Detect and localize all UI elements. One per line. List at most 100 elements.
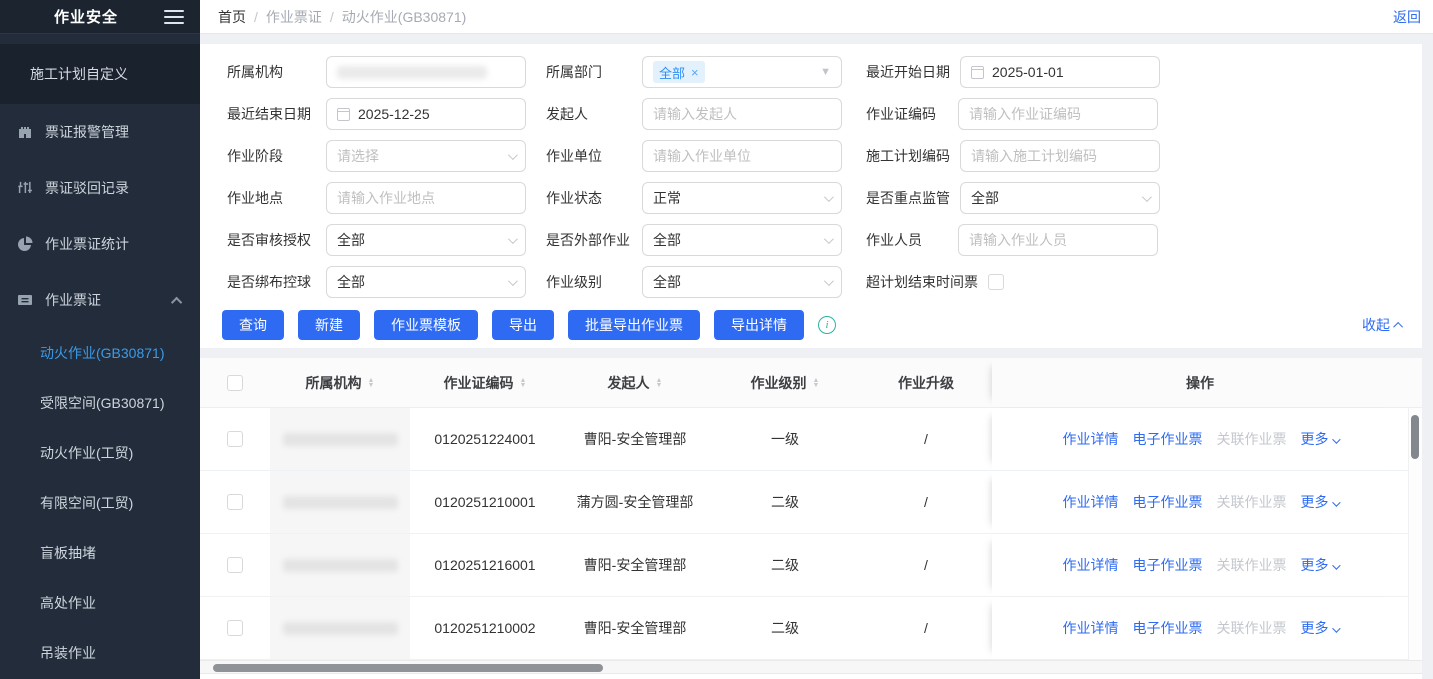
level-cell: 二级 [710,534,860,596]
filter-overplan-ticket: 超计划结束时间票 [866,266,1422,298]
e-ticket-link[interactable]: 电子作业票 [1133,492,1203,512]
more-label: 更多 [1301,557,1329,573]
sidebar-item-construction-plan[interactable]: 施工计划自定义 [0,44,200,104]
row-checkbox[interactable] [227,620,243,636]
column-header-org[interactable]: 所属机构▲▼ [270,358,410,407]
control-ball-select[interactable]: 全部 [326,266,526,298]
work-status-select[interactable]: 正常 [642,182,842,214]
work-stage-select[interactable]: 请选择 [326,140,526,172]
create-button[interactable]: 新建 [298,310,360,340]
key-supervision-select[interactable]: 全部 [960,182,1160,214]
work-detail-link[interactable]: 作业详情 [1063,618,1119,638]
collapse-filters-link[interactable]: 收起 [1362,315,1403,335]
vertical-scrollbar-thumb[interactable] [1411,415,1419,459]
calendar-icon [971,66,984,79]
work-level-select[interactable]: 全部 [642,266,842,298]
sidebar-item-ticket-statistics[interactable]: 作业票证统计 [0,216,200,272]
filter-label: 是否重点监管 [866,188,950,208]
sidebar-subitem-work-at-height[interactable]: 高处作业 [0,578,200,628]
actions-cell: 作业详情 电子作业票 关联作业票 更多 [992,471,1408,533]
filter-label: 所属部门 [546,62,632,82]
sidebar-subitem-confined-space-gb30871[interactable]: 受限空间(GB30871) [0,378,200,428]
work-detail-link[interactable]: 作业详情 [1063,429,1119,449]
tag-remove-icon[interactable]: × [691,65,699,80]
select-value: 全部 [971,188,999,208]
sort-icon[interactable]: ▲▼ [813,378,820,388]
query-button[interactable]: 查询 [222,310,284,340]
work-personnel-input[interactable]: 请输入作业人员 [958,224,1158,256]
select-all-checkbox[interactable] [227,375,243,391]
breadcrumb-home[interactable]: 首页 [218,7,246,27]
row-checkbox[interactable] [227,557,243,573]
select-value: 全部 [653,272,681,292]
export-button[interactable]: 导出 [492,310,554,340]
more-link[interactable]: 更多 [1301,429,1338,449]
sort-icon[interactable]: ▲▼ [656,378,663,388]
export-detail-button[interactable]: 导出详情 [714,310,804,340]
filter-plan-code: 施工计划编码 请输入施工计划编码 [866,140,1422,172]
sort-icon[interactable]: ▲▼ [368,378,375,388]
initiator-cell: 蒲方圆-安全管理部 [560,471,710,533]
alarm-icon [16,124,33,141]
e-ticket-link[interactable]: 电子作业票 [1133,429,1203,449]
code-cell: 0120251216001 [410,534,560,596]
org-input[interactable] [326,56,526,88]
more-link[interactable]: 更多 [1301,492,1338,512]
breadcrumb-work-tickets[interactable]: 作业票证 [266,7,322,27]
upgrade-cell: / [860,597,992,659]
filter-external-work: 是否外部作业 全部 [546,224,866,256]
column-header-initiator[interactable]: 发起人▲▼ [560,358,710,407]
row-checkbox[interactable] [227,494,243,510]
filter-label: 超计划结束时间票 [866,272,978,292]
sidebar-subitem-lifting-work[interactable]: 吊装作业 [0,628,200,678]
filter-work-stage: 作业阶段 请选择 [227,140,546,172]
sidebar-subitem-hotwork-gb30871[interactable]: 动火作业(GB30871) [0,328,200,378]
sort-icon[interactable]: ▲▼ [520,378,527,388]
more-link[interactable]: 更多 [1301,618,1338,638]
audit-auth-select[interactable]: 全部 [326,224,526,256]
sidebar-subitem-blind-plate[interactable]: 盲板抽堵 [0,528,200,578]
e-ticket-link[interactable]: 电子作业票 [1133,618,1203,638]
breadcrumb-separator: / [254,9,258,25]
e-ticket-link[interactable]: 电子作业票 [1133,555,1203,575]
filter-label: 作业证编码 [866,104,948,124]
sidebar-item-ticket-alarm[interactable]: 票证报警管理 [0,104,200,160]
related-ticket-link: 关联作业票 [1217,429,1287,449]
ticket-template-button[interactable]: 作业票模板 [374,310,478,340]
filter-key-supervision: 是否重点监管 全部 [866,182,1422,214]
initiator-input[interactable]: 请输入发起人 [642,98,842,130]
chevron-down-icon [1332,624,1340,632]
work-detail-link[interactable]: 作业详情 [1063,492,1119,512]
horizontal-scrollbar[interactable] [200,660,1422,674]
horizontal-scrollbar-thumb[interactable] [213,664,603,672]
column-header-code[interactable]: 作业证编码▲▼ [410,358,560,407]
work-location-input[interactable]: 请输入作业地点 [326,182,526,214]
sidebar-item-ticket-reject-log[interactable]: 票证驳回记录 [0,160,200,216]
ticket-code-input[interactable]: 请输入作业证编码 [958,98,1158,130]
external-work-select[interactable]: 全部 [642,224,842,256]
vertical-scrollbar[interactable] [1408,408,1422,660]
column-label: 操作 [1186,373,1214,393]
back-button[interactable]: 返回 [1393,7,1421,27]
work-detail-link[interactable]: 作业详情 [1063,555,1119,575]
sidebar-item-work-tickets[interactable]: 作业票证 [0,272,200,328]
more-link[interactable]: 更多 [1301,555,1338,575]
filter-work-location: 作业地点 请输入作业地点 [227,182,546,214]
plan-code-input[interactable]: 请输入施工计划编码 [960,140,1160,172]
work-unit-input[interactable]: 请输入作业单位 [642,140,842,172]
date-value: 2025-01-01 [992,64,1064,80]
sidebar-subitem-hotwork-industry[interactable]: 动火作业(工贸) [0,428,200,478]
batch-export-button[interactable]: 批量导出作业票 [568,310,700,340]
row-checkbox[interactable] [227,431,243,447]
info-icon[interactable]: i [818,316,836,334]
selected-tag: 全部× [653,61,705,83]
sidebar-subitem-limited-space-industry[interactable]: 有限空间(工贸) [0,478,200,528]
start-date-input[interactable]: 2025-01-01 [960,56,1160,88]
filter-label: 作业级别 [546,272,632,292]
overplan-checkbox[interactable] [988,274,1004,290]
department-select[interactable]: 全部× ▼ [642,56,842,88]
column-header-level[interactable]: 作业级别▲▼ [710,358,860,407]
hamburger-menu-icon[interactable] [164,10,184,24]
end-date-input[interactable]: 2025-12-25 [326,98,526,130]
table-row: 0120251224001 曹阳-安全管理部 一级 / 作业详情 电子作业票 关… [200,408,1422,471]
